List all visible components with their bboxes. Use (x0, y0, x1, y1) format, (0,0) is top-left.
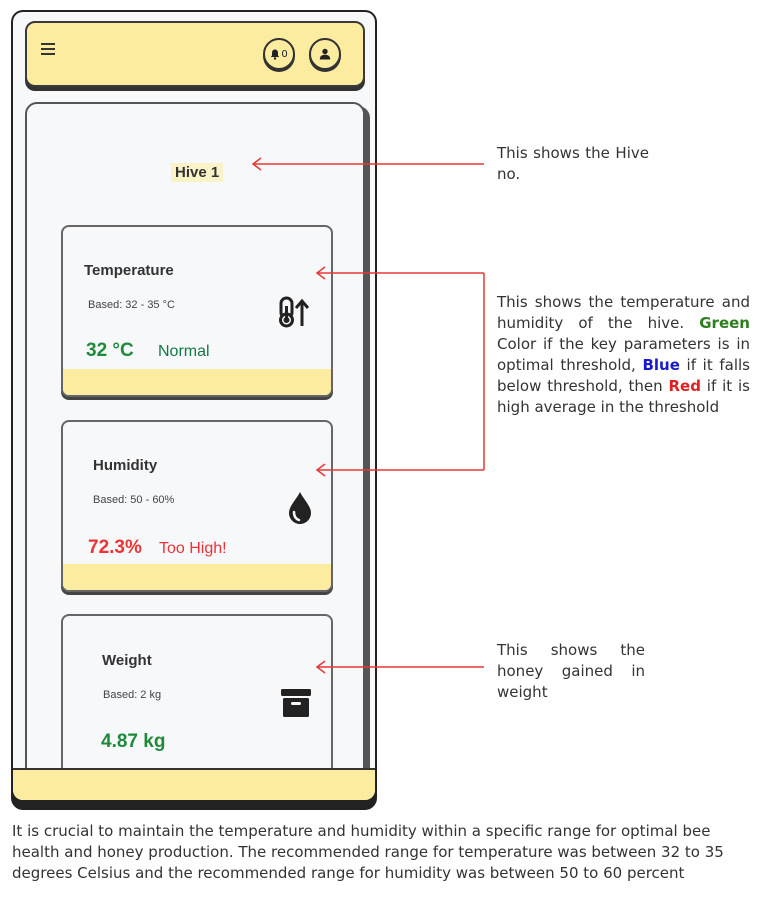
user-icon (319, 48, 331, 60)
hive-number-note: This shows the Hive no. (497, 144, 649, 183)
card-footer (63, 564, 331, 590)
card-value: 32 °C (86, 340, 134, 361)
top-bar: 0 (25, 21, 365, 87)
page-caption: It is crucial to maintain the temperatur… (12, 822, 724, 882)
temperature-card[interactable]: Temperature Based: 32 - 35 °C 32 °C Norm… (61, 225, 333, 397)
card-title: Temperature (84, 262, 174, 279)
card-value: 72.3% (88, 537, 142, 558)
weight-card[interactable]: Weight Based: 2 kg 4.87 kg (61, 614, 333, 794)
water-drop-icon (289, 492, 311, 524)
app-screen: 0 Hive 1 Temperature Based: 32 - 35 °C 3… (13, 12, 375, 800)
green-label: Green (699, 314, 750, 332)
humidity-card[interactable]: Humidity Based: 50 - 60% 72.3% Too High! (61, 420, 333, 592)
card-title: Humidity (93, 457, 158, 474)
weight-note: This shows the honey gained in weight (497, 641, 645, 701)
hamburger-menu-icon[interactable] (41, 43, 55, 57)
red-label: Red (668, 377, 701, 395)
card-value: 4.87 kg (101, 731, 166, 752)
notifications-button[interactable]: 0 (263, 38, 295, 70)
thermometer-up-icon (279, 296, 310, 328)
card-title: Weight (102, 652, 152, 669)
bottom-bar (13, 768, 375, 800)
hive-title: Hive 1 (171, 163, 224, 182)
bell-icon (271, 49, 280, 60)
card-status: Normal (158, 343, 210, 360)
blue-label: Blue (642, 356, 680, 374)
card-footer (63, 369, 331, 395)
card-status: Too High! (159, 540, 227, 557)
card-based-range: Based: 2 kg (103, 689, 162, 701)
card-based-range: Based: 50 - 60% (93, 494, 175, 506)
temperature-humidity-note: This shows the temperature and humidity … (497, 292, 750, 418)
card-based-range: Based: 32 - 35 °C (88, 299, 175, 311)
phone-frame: 0 Hive 1 Temperature Based: 32 - 35 °C 3… (11, 10, 377, 810)
archive-box-icon (281, 689, 311, 717)
profile-button[interactable] (309, 38, 341, 70)
notification-count: 0 (281, 48, 288, 60)
